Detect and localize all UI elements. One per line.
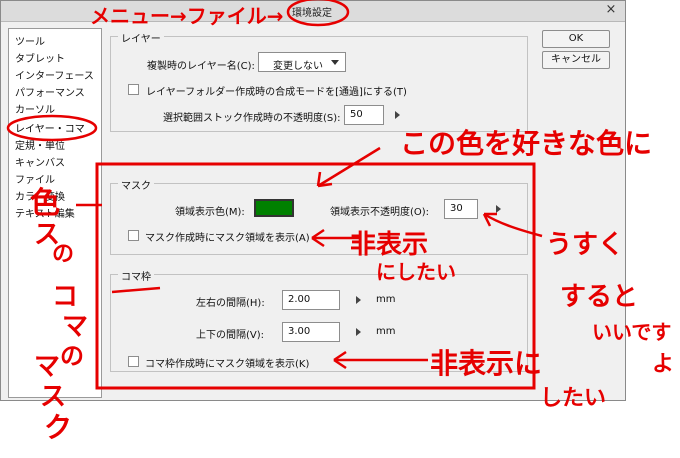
annotation-color-note: この色を好きな色に [400,127,653,160]
annotation-vertical-9: ク [44,411,73,444]
annotation-vertical-6: の [60,342,84,370]
title-highlight-ellipse [286,0,350,27]
annotation-thin-note-2: すると [560,282,639,312]
category-highlight-ellipse [6,114,98,142]
frame-connector-line [111,286,161,294]
annotation-vertical-3: の [52,242,75,267]
annotation-menu-path: メニュー→ファイル→ [90,4,284,28]
annotation-hide-note-1b: にしたい [376,260,456,284]
color-arrow-line [317,146,381,188]
annotation-hide-note-2b: したい [540,386,607,411]
annotation-thin-note-3: いいです [592,320,672,344]
annotation-thin-note-1: うすく [546,230,625,260]
annotation-thin-note-4: よ [652,352,675,377]
annotation-hide-note-2a: 非表示に [430,347,543,380]
